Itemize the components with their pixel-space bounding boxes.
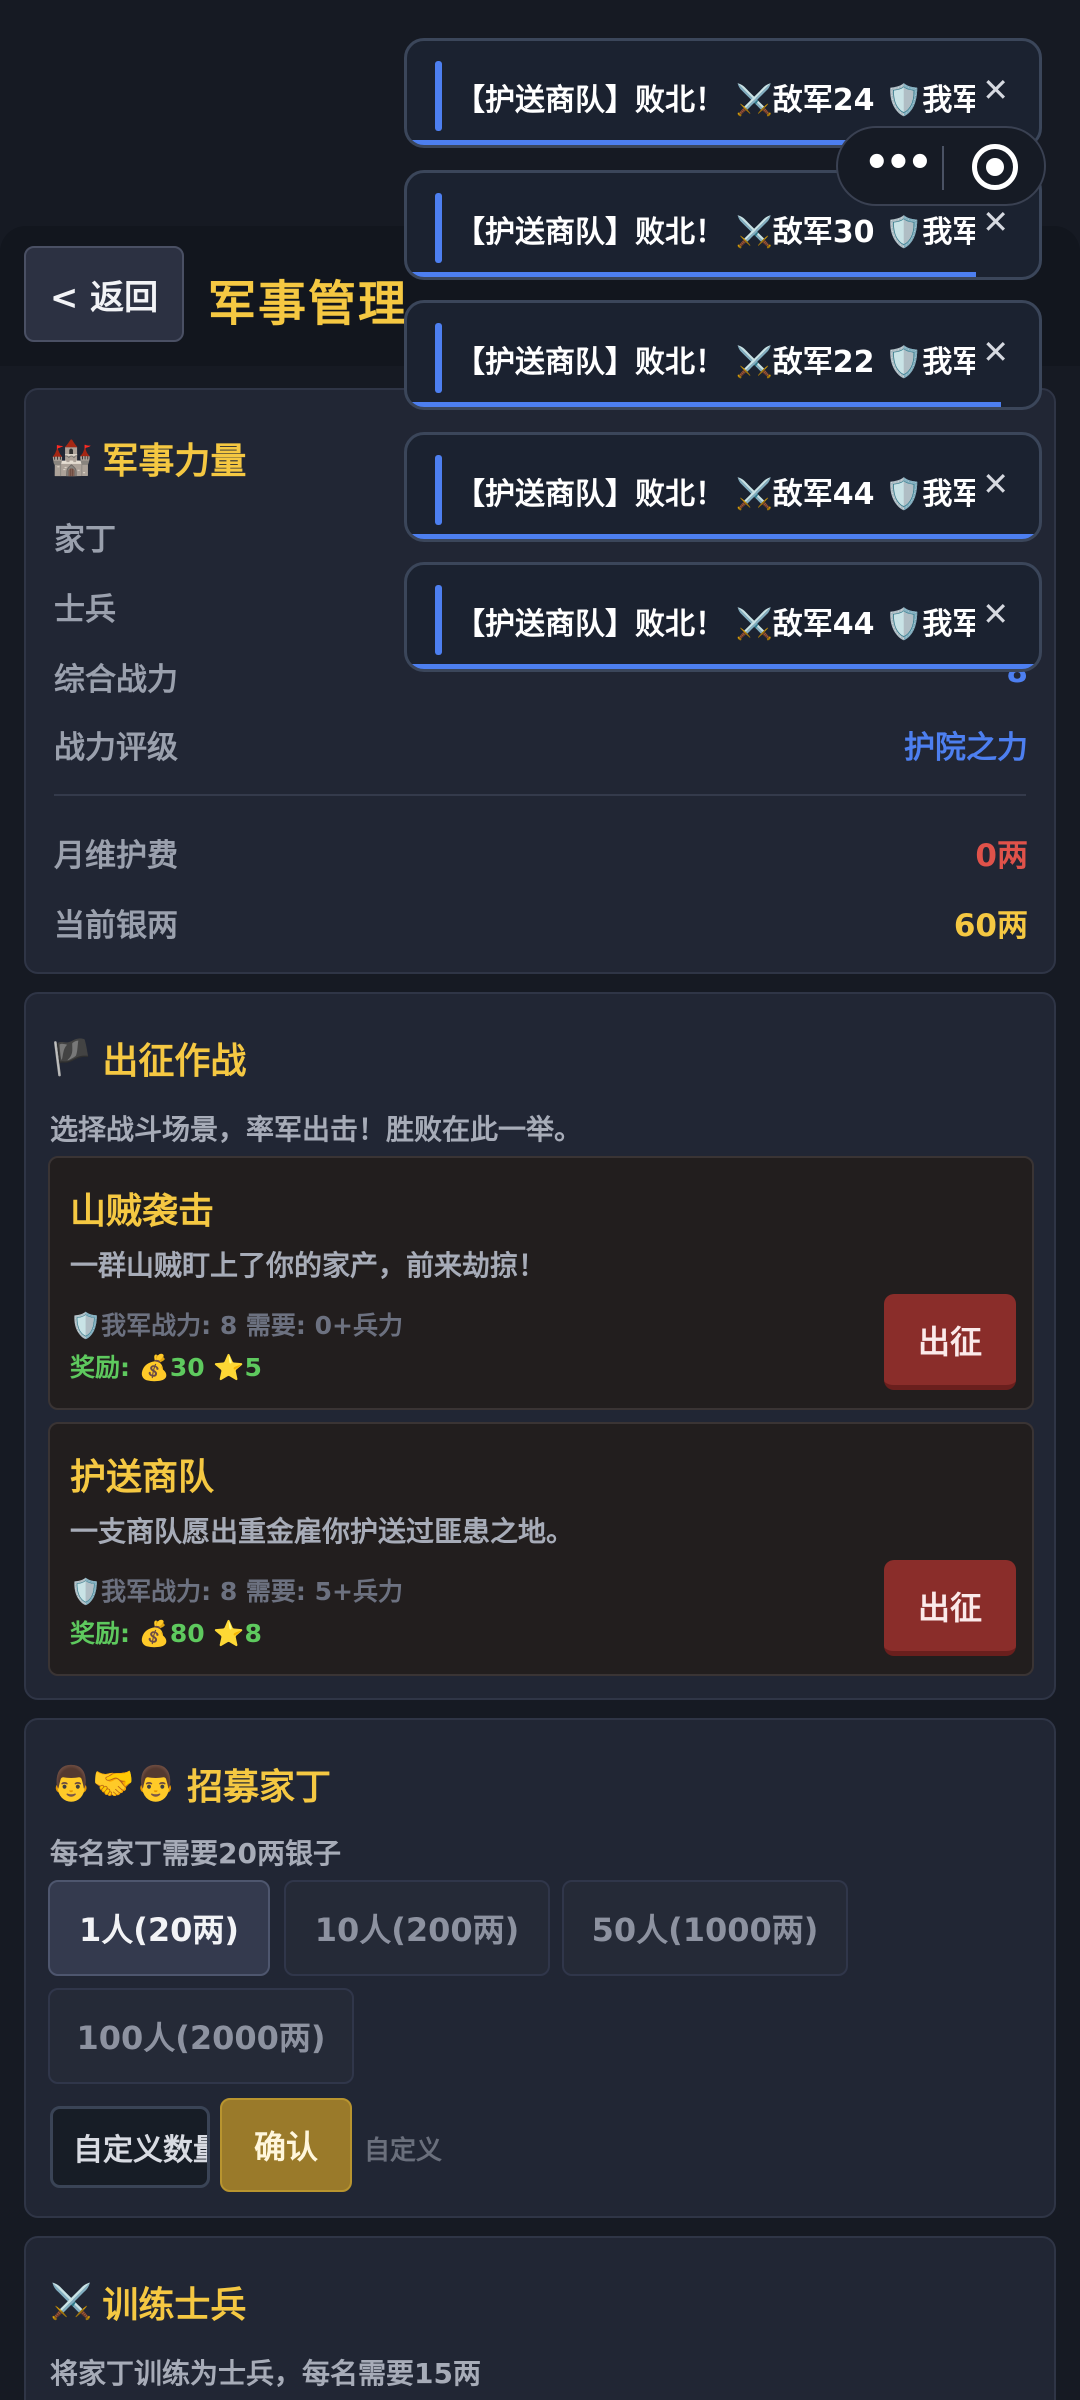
- toast-text: 【护送商队】败北！ ⚔️敌军24 🛡️我军8: [455, 83, 975, 118]
- battle-desc: 一支商队愿出重金雇你护送过匪患之地。: [70, 1515, 575, 1548]
- escort-button[interactable]: 出征: [884, 1560, 1016, 1656]
- toast-progress: [407, 664, 1039, 669]
- custom-hint: 自定义: [364, 2136, 443, 2166]
- page-title: 军事管理: [208, 276, 409, 332]
- close-icon[interactable]: ✕: [982, 333, 1009, 371]
- close-icon[interactable]: ✕: [982, 203, 1009, 241]
- battle-power: 🛡️我军战力: 8 需要: 0+兵力: [70, 1311, 403, 1340]
- silver-value: 60两: [953, 908, 1028, 944]
- toast-accent-bar: [435, 61, 442, 131]
- campaign-title: 🏴 出征作战: [50, 1038, 247, 1082]
- toast-notification: 【护送商队】败北！ ⚔️敌军44 🛡️我军8 ✕: [404, 432, 1042, 542]
- target-icon[interactable]: [972, 144, 1018, 190]
- stat-divider: [54, 794, 1026, 796]
- recruit-desc: 每名家丁需要20两银子: [50, 1837, 341, 1870]
- more-dots-icon[interactable]: •••: [864, 140, 933, 186]
- toast-progress: [407, 272, 976, 277]
- toast-accent-bar: [435, 585, 442, 655]
- close-icon[interactable]: ✕: [982, 71, 1009, 109]
- train-desc: 将家丁训练为士兵，每名需要15两: [50, 2357, 481, 2390]
- recruit-option-100[interactable]: 100人(2000两): [48, 1988, 354, 2084]
- stat-label-power: 综合战力: [54, 662, 178, 698]
- recruit-option-50[interactable]: 50人(1000两): [562, 1880, 848, 1976]
- toast-text: 【护送商队】败北！ ⚔️敌军44 🛡️我军8: [455, 607, 975, 642]
- battle-item: 护送商队 一支商队愿出重金雇你护送过匪患之地。 🛡️我军战力: 8 需要: 5+…: [48, 1422, 1034, 1676]
- handshake-icon: 👨🤝👨: [50, 1764, 178, 1804]
- toast-progress: [407, 534, 1039, 539]
- strength-title: 🏰 军事力量: [50, 438, 247, 482]
- recruit-title: 👨🤝👨 招募家丁: [50, 1764, 332, 1808]
- recruit-card: 👨🤝👨 招募家丁 每名家丁需要20两银子 1人(20两) 10人(200两) 5…: [24, 1718, 1056, 2218]
- maintenance-label: 月维护费: [54, 838, 178, 874]
- confirm-button[interactable]: 确认: [220, 2098, 352, 2192]
- black-flag-icon: 🏴: [50, 1038, 93, 1078]
- battle-item: 山贼袭击 一群山贼盯上了你的家产，前来劫掠！ 🛡️我军战力: 8 需要: 0+兵…: [48, 1156, 1034, 1410]
- toast-progress: [407, 402, 1002, 407]
- toast-accent-bar: [435, 323, 442, 393]
- back-button[interactable]: < 返回: [24, 246, 184, 342]
- miniprogram-capsule: •••: [836, 126, 1046, 206]
- toast-notification: 【护送商队】败北！ ⚔️敌军22 🛡️我军8 ✕: [404, 300, 1042, 410]
- campaign-desc: 选择战斗场景，率军出击！胜败在此一举。: [50, 1113, 583, 1146]
- recruit-option-10[interactable]: 10人(200两): [284, 1880, 550, 1976]
- stat-label-servants: 家丁: [54, 522, 116, 558]
- stat-label-soldiers: 士兵: [54, 592, 116, 628]
- castle-icon: 🏰: [50, 438, 93, 478]
- silver-label: 当前银两: [54, 908, 178, 944]
- battle-reward: 奖励: 💰80 ⭐8: [70, 1619, 262, 1648]
- stat-label-rating: 战力评级: [54, 730, 178, 766]
- recruit-option-1[interactable]: 1人(20两): [48, 1880, 270, 1976]
- attack-button[interactable]: 出征: [884, 1294, 1016, 1390]
- toast-accent-bar: [435, 455, 442, 525]
- custom-quantity-input[interactable]: 自定义数量: [50, 2106, 210, 2188]
- capsule-divider: [942, 146, 944, 190]
- maintenance-value: 0两: [975, 838, 1028, 874]
- campaign-card: 🏴 出征作战 选择战斗场景，率军出击！胜败在此一举。 山贼袭击 一群山贼盯上了你…: [24, 992, 1056, 1700]
- train-card: ⚔️ 训练士兵 将家丁训练为士兵，每名需要15两: [24, 2236, 1056, 2400]
- battle-name: 护送商队: [70, 1457, 215, 1498]
- app-root: < 返回 军事管理 🏰 军事力量 家丁 士兵 综合战力 8 战力评级 护院之力 …: [0, 0, 1080, 2400]
- close-icon[interactable]: ✕: [982, 465, 1009, 503]
- train-title: ⚔️ 训练士兵: [50, 2282, 247, 2326]
- toast-text: 【护送商队】败北！ ⚔️敌军22 🛡️我军8: [455, 345, 975, 380]
- battle-desc: 一群山贼盯上了你的家产，前来劫掠！: [70, 1249, 547, 1282]
- stat-value-rating: 护院之力: [904, 730, 1028, 766]
- battle-reward: 奖励: 💰30 ⭐5: [70, 1353, 262, 1382]
- toast-text: 【护送商队】败北！ ⚔️敌军44 🛡️我军8: [455, 477, 975, 512]
- close-icon[interactable]: ✕: [982, 595, 1009, 633]
- toast-text: 【护送商队】败北！ ⚔️敌军30 🛡️我军8: [455, 215, 975, 250]
- toast-notification: 【护送商队】败北！ ⚔️敌军44 🛡️我军8 ✕: [404, 562, 1042, 672]
- toast-accent-bar: [435, 193, 442, 263]
- crossed-swords-icon: ⚔️: [50, 2282, 93, 2322]
- battle-power: 🛡️我军战力: 8 需要: 5+兵力: [70, 1577, 403, 1606]
- battle-name: 山贼袭击: [70, 1191, 215, 1232]
